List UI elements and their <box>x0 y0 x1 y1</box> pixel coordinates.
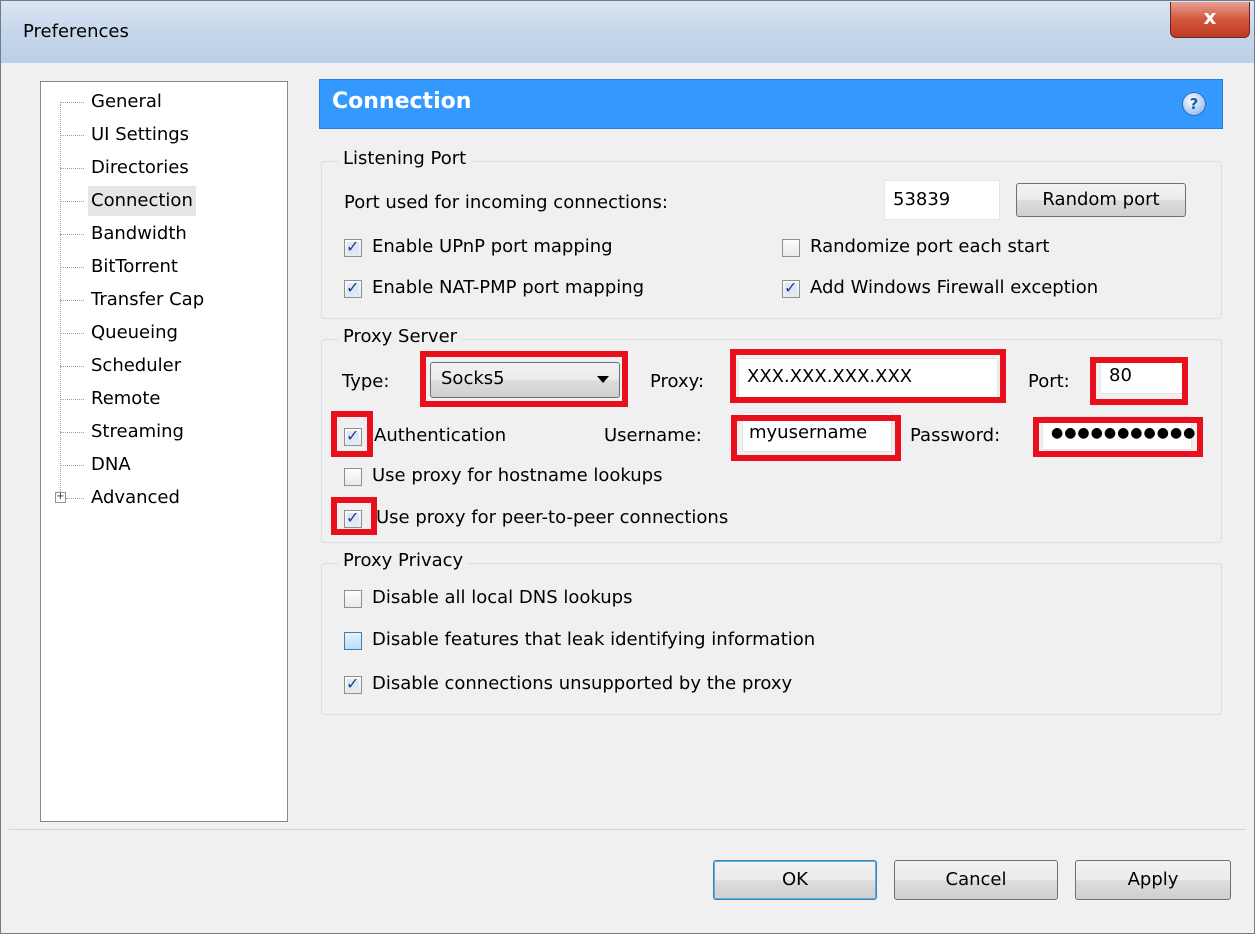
close-button[interactable]: x <box>1170 2 1250 38</box>
checkmark-icon: ✓ <box>346 237 360 256</box>
sidebar-item-transfer-cap[interactable]: Transfer Cap <box>41 285 281 315</box>
checkmark-icon: ✓ <box>346 278 360 297</box>
window-title: Preferences <box>23 21 129 42</box>
sidebar-item-label: Advanced <box>91 487 180 508</box>
sidebar-item-dna[interactable]: DNA <box>41 450 281 480</box>
sidebar-item-label: Directories <box>91 157 189 178</box>
expand-plus-icon[interactable]: + <box>55 492 66 503</box>
section-header: Connection ? <box>319 79 1223 129</box>
cancel-button[interactable]: Cancel <box>894 860 1058 900</box>
sidebar-item-ui-settings[interactable]: UI Settings <box>41 120 281 150</box>
authentication-checkbox[interactable]: ✓ <box>344 426 362 446</box>
random-port-button[interactable]: Random port <box>1016 183 1186 217</box>
highlight-proxy-port <box>1090 357 1188 405</box>
highlight-username <box>731 415 901 461</box>
sidebar-item-label: Transfer Cap <box>91 289 205 310</box>
listening-port-group: Listening Port Port used for incoming co… <box>321 148 1222 319</box>
sidebar-item-label: Connection <box>88 186 196 216</box>
sidebar-item-label: DNA <box>91 454 131 475</box>
sidebar-item-label: Remote <box>91 388 161 409</box>
sidebar-item-label: BitTorrent <box>91 256 178 277</box>
sidebar-item-label: Queueing <box>91 322 178 343</box>
p2p-proxy-checkbox[interactable]: ✓ <box>344 508 362 528</box>
p2p-proxy-label: Use proxy for peer-to-peer connections <box>376 507 729 528</box>
upnp-label: Enable UPnP port mapping <box>372 236 613 257</box>
hostname-lookups-label: Use proxy for hostname lookups <box>372 465 663 486</box>
sidebar-item-connection[interactable]: Connection <box>41 186 281 216</box>
checkmark-icon: ✓ <box>346 674 360 693</box>
dialog-footer: OK Cancel Apply <box>9 830 1246 927</box>
hostname-lookups-checkbox[interactable] <box>344 468 362 486</box>
randomize-port-label: Randomize port each start <box>810 236 1050 257</box>
proxy-privacy-group: Proxy Privacy Disable all local DNS look… <box>321 550 1222 715</box>
username-label: Username: <box>604 425 702 446</box>
port-input[interactable]: 53839 <box>884 180 1000 220</box>
sidebar-item-queueing[interactable]: Queueing <box>41 318 281 348</box>
sidebar-item-bittorrent[interactable]: BitTorrent <box>41 252 281 282</box>
authentication-label: Authentication <box>374 425 507 446</box>
help-icon[interactable]: ? <box>1182 92 1206 116</box>
highlight-proxy-type <box>420 351 628 407</box>
sidebar-item-label: General <box>91 91 162 112</box>
dialog-client: General UI Settings Directories Connecti… <box>9 63 1246 927</box>
sidebar-item-label: Bandwidth <box>91 223 187 244</box>
disable-unsupported-checkbox[interactable]: ✓ <box>344 674 362 694</box>
firewall-label: Add Windows Firewall exception <box>810 277 1099 298</box>
checkmark-icon: ✓ <box>346 426 360 445</box>
disable-leak-label: Disable features that leak identifying i… <box>372 629 816 650</box>
checkmark-icon: ✓ <box>784 278 798 297</box>
title-bar[interactable]: Preferences x <box>1 1 1254 63</box>
highlight-password <box>1033 417 1203 457</box>
disable-leak-checkbox[interactable] <box>344 632 362 650</box>
sidebar-item-advanced[interactable]: + Advanced <box>41 483 281 513</box>
disable-dns-label: Disable all local DNS lookups <box>372 587 633 608</box>
preferences-window: Preferences x General UI Settings Direct… <box>0 0 1255 934</box>
page-title: Connection <box>332 89 472 114</box>
sidebar-item-streaming[interactable]: Streaming <box>41 417 281 447</box>
natpmp-checkbox[interactable]: ✓ <box>344 278 362 298</box>
password-label: Password: <box>910 425 1001 446</box>
sidebar-item-label: UI Settings <box>91 124 190 145</box>
sidebar-item-label: Streaming <box>91 421 184 442</box>
group-title: Proxy Server <box>338 326 463 347</box>
apply-button[interactable]: Apply <box>1075 860 1231 900</box>
sidebar-item-label: Scheduler <box>91 355 182 376</box>
sidebar-item-directories[interactable]: Directories <box>41 153 281 183</box>
highlight-proxy-address <box>730 349 1006 403</box>
upnp-checkbox[interactable]: ✓ <box>344 237 362 257</box>
sidebar-item-scheduler[interactable]: Scheduler <box>41 351 281 381</box>
disable-unsupported-label: Disable connections unsupported by the p… <box>372 673 793 694</box>
sidebar-item-bandwidth[interactable]: Bandwidth <box>41 219 281 249</box>
checkmark-icon: ✓ <box>346 508 360 527</box>
disable-dns-checkbox[interactable] <box>344 590 362 608</box>
group-title: Listening Port <box>338 148 472 169</box>
firewall-checkbox[interactable]: ✓ <box>782 278 800 298</box>
proxy-address-label: Proxy: <box>650 371 705 392</box>
preferences-tree: General UI Settings Directories Connecti… <box>40 81 288 822</box>
group-title: Proxy Privacy <box>338 550 469 571</box>
sidebar-item-remote[interactable]: Remote <box>41 384 281 414</box>
proxy-type-label: Type: <box>342 371 390 392</box>
ok-button[interactable]: OK <box>713 860 877 900</box>
close-icon: x <box>1203 5 1217 29</box>
proxy-port-label: Port: <box>1028 371 1070 392</box>
port-label: Port used for incoming connections: <box>344 192 668 213</box>
sidebar-item-general[interactable]: General <box>41 87 281 117</box>
randomize-port-checkbox[interactable] <box>782 239 800 257</box>
natpmp-label: Enable NAT-PMP port mapping <box>372 277 645 298</box>
